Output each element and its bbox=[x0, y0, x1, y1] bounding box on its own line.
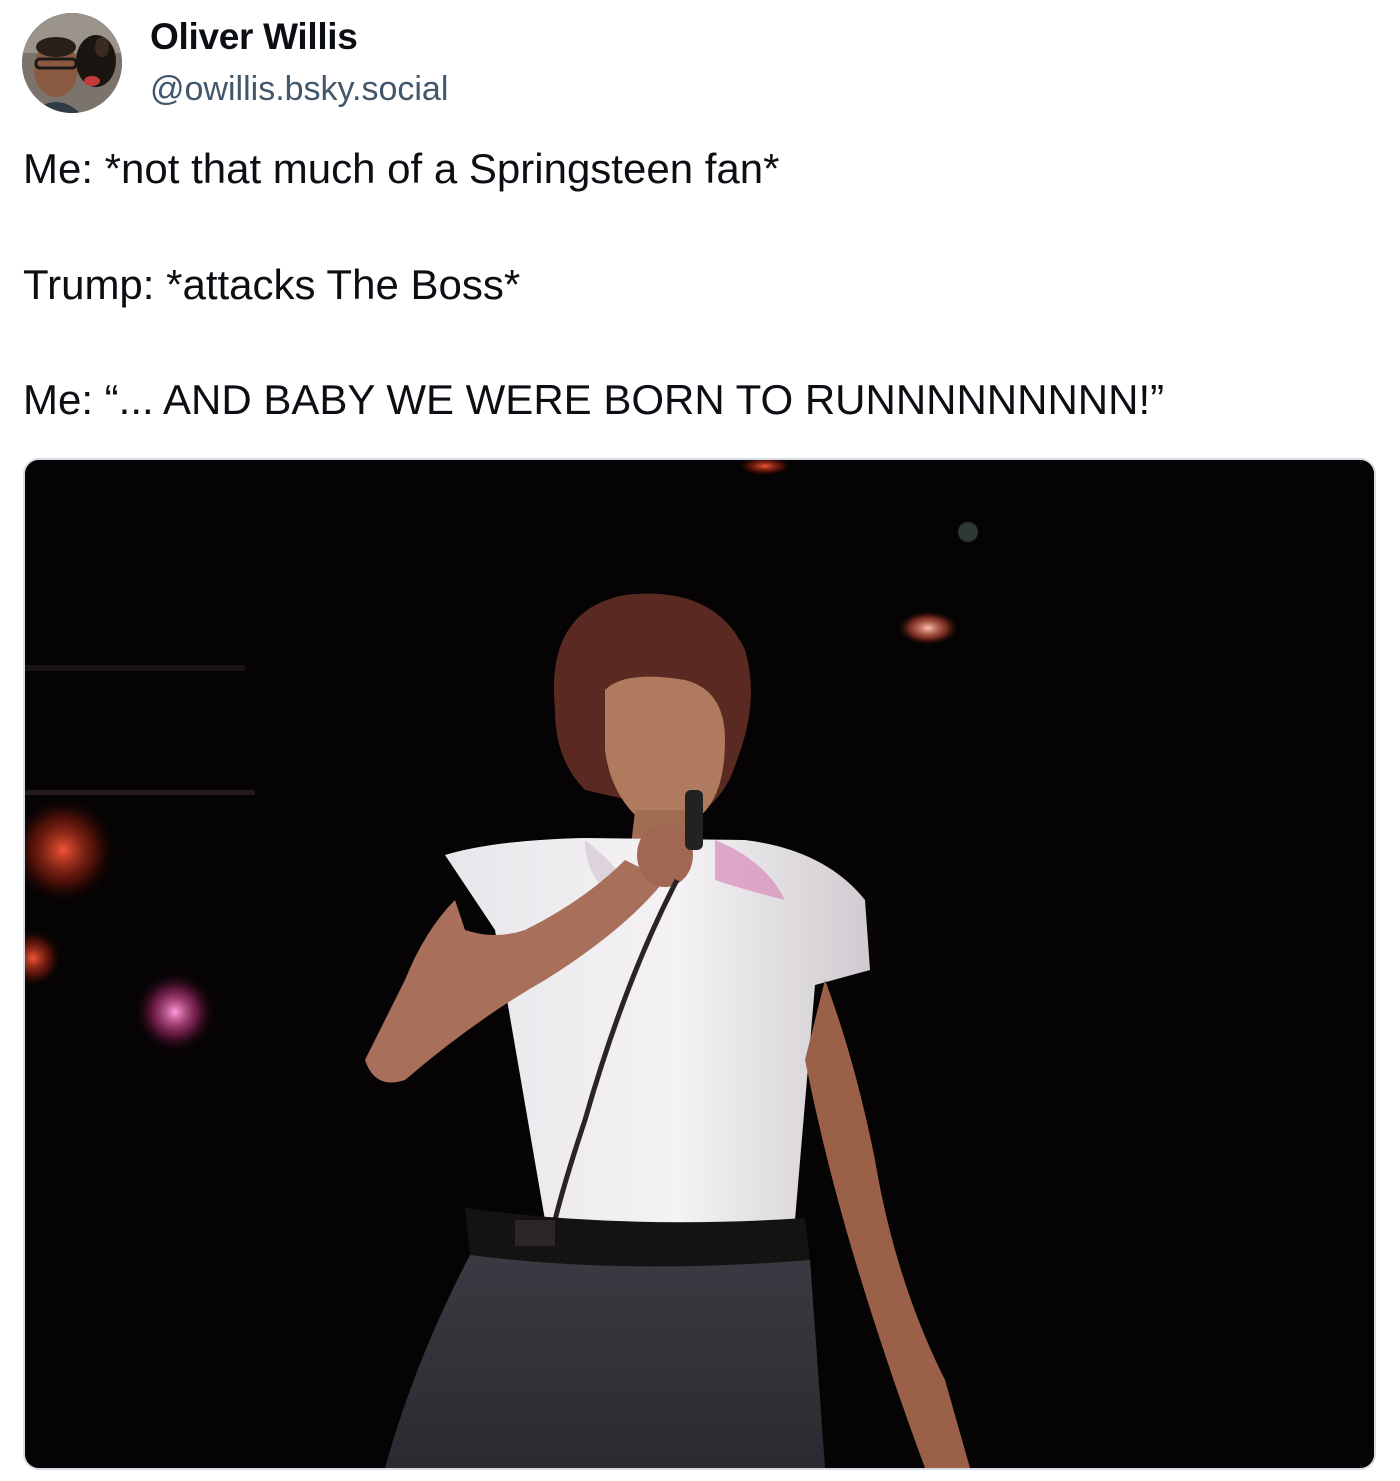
post-text-line: Me: “... AND BABY WE WERE BORN TO RUNNNN… bbox=[23, 376, 1165, 423]
author-handle[interactable]: @owillis.bsky.social bbox=[150, 70, 448, 109]
post-media-gif[interactable] bbox=[23, 458, 1376, 1470]
post-text-line: Trump: *attacks The Boss* bbox=[23, 261, 521, 308]
author-avatar[interactable] bbox=[22, 13, 122, 113]
author-display-name[interactable]: Oliver Willis bbox=[150, 16, 358, 58]
avatar-photo-icon bbox=[22, 13, 122, 113]
post-text-line: Me: *not that much of a Springsteen fan* bbox=[23, 145, 780, 192]
post-card: Oliver Willis @owillis.bsky.social Me: *… bbox=[0, 0, 1400, 1481]
performer-image bbox=[25, 460, 1374, 1468]
